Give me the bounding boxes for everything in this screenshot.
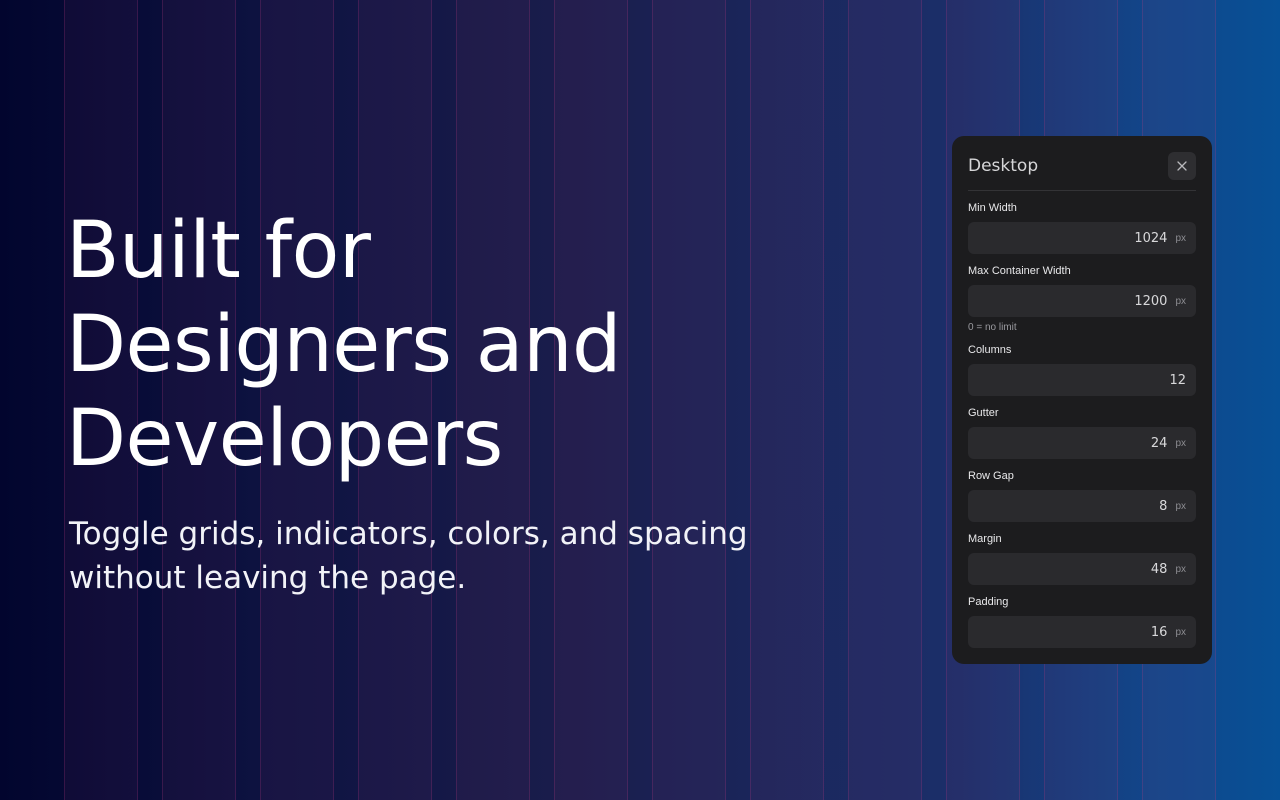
field-value: 1200 [1134,293,1168,309]
field-unit: px [1175,232,1186,244]
field-label: Margin [968,533,1002,545]
gutter-field: Gutter 24 px [968,406,1196,459]
hero-title-line: Designers and [66,300,622,390]
grid-settings-panel: Desktop Min Width 1024 px Max Container … [952,136,1212,664]
field-label: Max Container Width [968,265,1071,277]
field-label: Gutter [968,407,999,419]
padding-field: Padding 16 px [968,595,1196,648]
close-button[interactable] [1168,152,1196,180]
field-value: 16 [1150,624,1168,640]
grid-column [848,0,922,800]
margin-input[interactable]: 48 px [968,553,1196,585]
field-value: 12 [1169,372,1186,388]
field-label: Columns [968,344,1012,356]
close-icon [1177,161,1187,171]
row-gap-field: Row Gap 8 px [968,469,1196,522]
max-container-width-input[interactable]: 1200 px [968,285,1196,317]
max-container-width-field: Max Container Width 1200 px 0 = no limit [968,264,1196,333]
field-label: Min Width [968,202,1017,214]
padding-input[interactable]: 16 px [968,616,1196,648]
hero-subtitle: Toggle grids, indicators, colors, and sp… [69,512,826,600]
field-label: Padding [968,596,1009,608]
hero-subtitle-line: without leaving the page. [69,560,467,596]
field-label: Row Gap [968,470,1014,482]
field-hint: 0 = no limit [968,322,1017,333]
settings-fields: Min Width 1024 px Max Container Width 12… [968,191,1196,648]
margin-field: Margin 48 px [968,532,1196,585]
field-unit: px [1175,500,1186,512]
field-unit: px [1175,295,1186,307]
hero-title-line: Developers [66,394,503,484]
field-value: 48 [1150,561,1168,577]
field-value: 24 [1150,435,1168,451]
hero-section: Built for Designers and Developers Toggl… [66,204,826,600]
field-value: 1024 [1134,230,1168,246]
hero-title-line: Built for [66,206,371,296]
min-width-input[interactable]: 1024 px [968,222,1196,254]
panel-header: Desktop [968,136,1196,191]
gutter-input[interactable]: 24 px [968,427,1196,459]
hero-title: Built for Designers and Developers [66,204,826,486]
field-unit: px [1175,563,1186,575]
field-value: 8 [1159,498,1168,514]
row-gap-input[interactable]: 8 px [968,490,1196,522]
hero-subtitle-line: Toggle grids, indicators, colors, and sp… [69,516,748,552]
columns-input[interactable]: 12 [968,364,1196,396]
panel-title: Desktop [968,156,1039,176]
field-unit: px [1175,626,1186,638]
field-unit: px [1175,437,1186,449]
min-width-field: Min Width 1024 px [968,201,1196,254]
columns-field: Columns 12 [968,343,1196,396]
